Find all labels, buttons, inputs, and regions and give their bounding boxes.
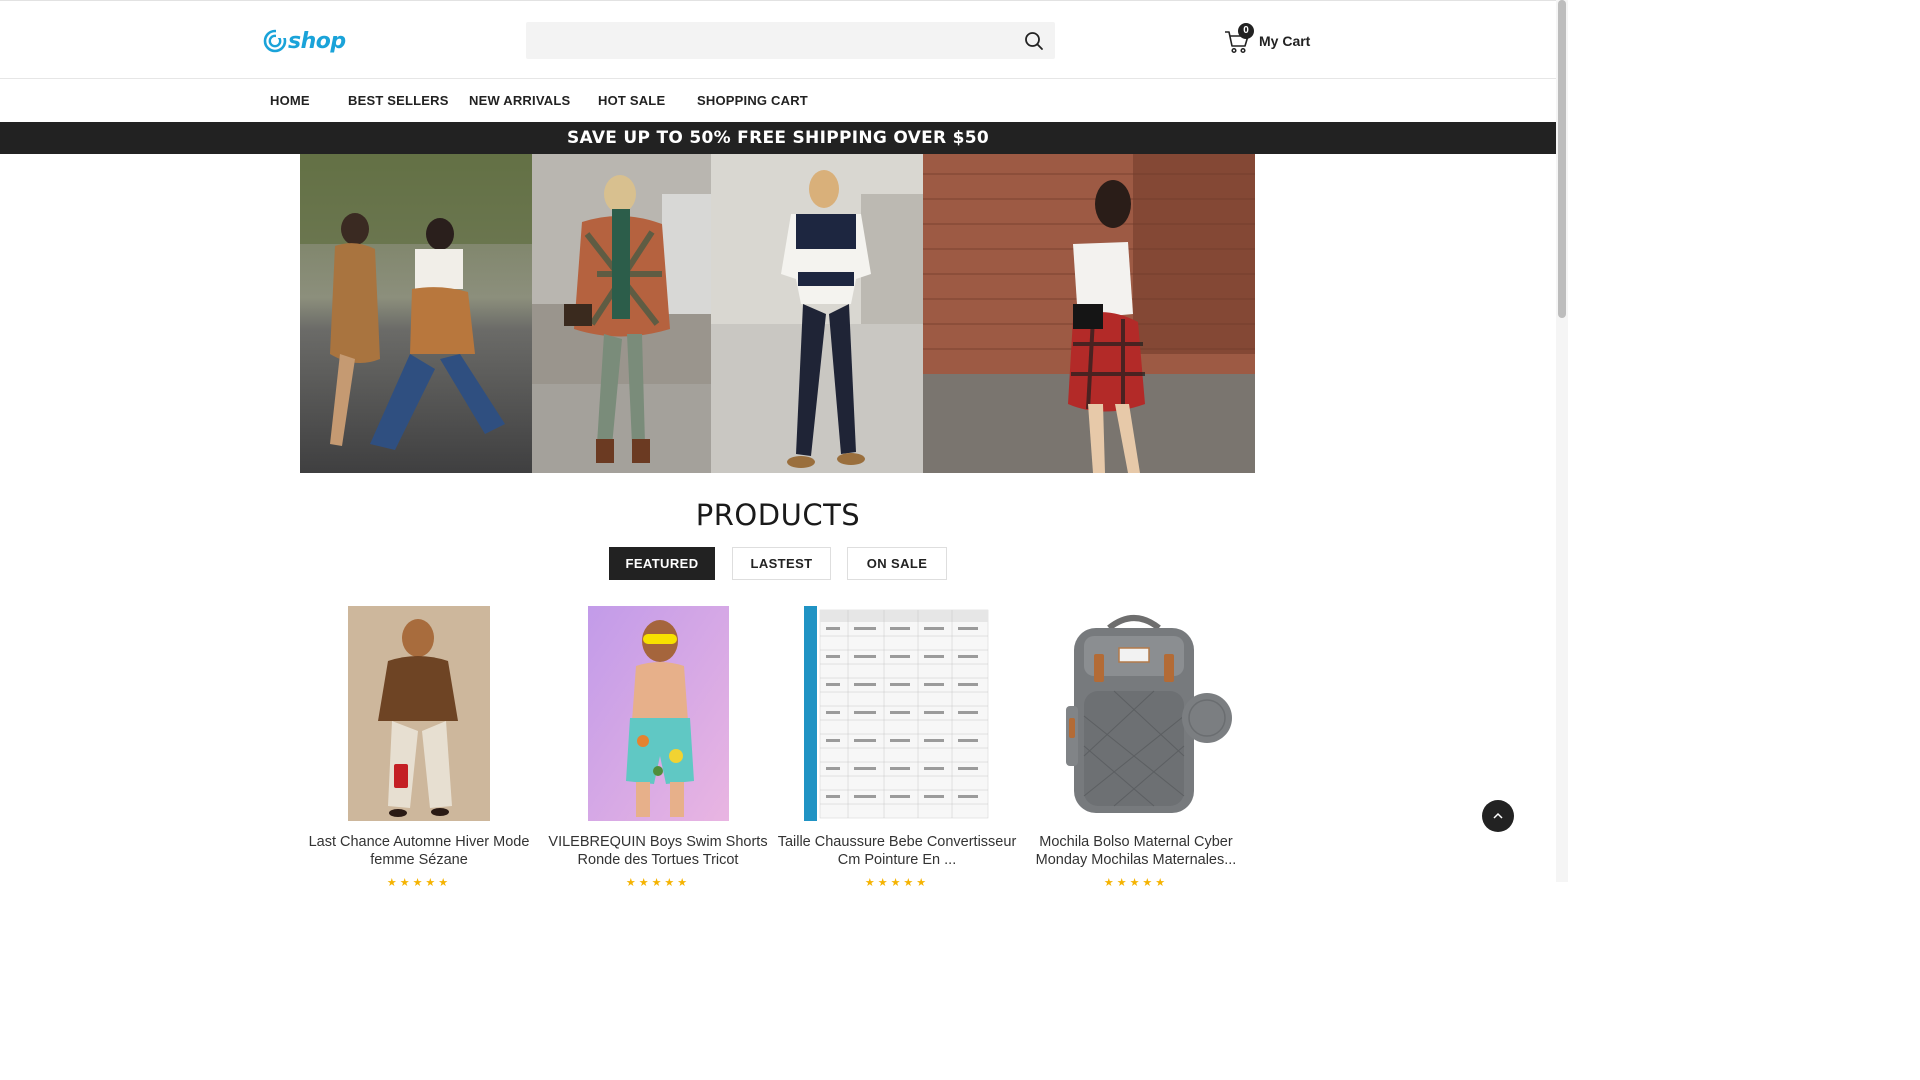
hero-image-3 — [711, 154, 923, 473]
nav-item-best-sellers[interactable]: BEST SELLERS — [348, 93, 449, 108]
product-title[interactable]: VILEBREQUIN Boys Swim Shorts Ronde des T… — [538, 833, 778, 869]
product-rating: ★★★★★ — [386, 877, 452, 889]
cart-icon-wrap: 0 — [1224, 23, 1254, 55]
hero-banner[interactable] — [300, 154, 1255, 473]
product-card[interactable]: VILEBREQUIN Boys Swim Shorts Ronde des T… — [538, 606, 778, 889]
scroll-to-top-button[interactable] — [1482, 800, 1514, 832]
nav-item-new-arrivals[interactable]: NEW ARRIVALS — [469, 93, 570, 108]
tab-lastest[interactable]: LASTEST — [732, 547, 831, 580]
product-image[interactable] — [348, 606, 490, 821]
product-image[interactable] — [1044, 606, 1234, 821]
nav-item-shopping-cart[interactable]: SHOPPING CART — [697, 93, 808, 108]
logo-text: shop — [288, 28, 346, 54]
search-icon[interactable] — [1022, 29, 1046, 53]
product-title[interactable]: Last Chance Automne Hiver Mode femme Séz… — [299, 833, 539, 869]
promo-banner: SAVE UP TO 50% FREE SHIPPING OVER $50 — [0, 122, 1556, 154]
chevron-up-icon — [1493, 812, 1503, 819]
product-rating: ★★★★★ — [625, 877, 691, 889]
hero-image-2 — [532, 154, 711, 473]
cart-label: My Cart — [1259, 33, 1311, 49]
logo-icon — [263, 29, 287, 53]
scrollbar-thumb[interactable] — [1558, 0, 1566, 318]
hero-image-1 — [300, 154, 532, 473]
nav-item-home[interactable]: HOME — [270, 93, 310, 108]
product-rating: ★★★★★ — [1103, 877, 1169, 889]
product-card[interactable]: Last Chance Automne Hiver Mode femme Séz… — [299, 606, 539, 889]
cart-count-badge: 0 — [1238, 23, 1254, 39]
tab-featured[interactable]: FEATURED — [609, 547, 715, 580]
hero-image-4 — [923, 154, 1255, 473]
product-title[interactable]: Taille Chaussure Bebe Convertisseur Cm P… — [777, 833, 1017, 869]
nav-item-hot-sale[interactable]: HOT SALE — [598, 93, 665, 108]
product-rating: ★★★★★ — [864, 877, 930, 889]
product-image[interactable] — [588, 606, 729, 821]
main-nav: HOME BEST SELLERS NEW ARRIVALS HOT SALE … — [0, 79, 1556, 122]
product-card[interactable]: Taille Chaussure Bebe Convertisseur Cm P… — [777, 606, 1017, 889]
product-title[interactable]: Mochila Bolso Maternal Cyber Monday Moch… — [1016, 833, 1256, 869]
site-logo[interactable]: shop — [263, 27, 346, 55]
product-image[interactable] — [804, 606, 990, 821]
search-input[interactable] — [526, 22, 1055, 59]
product-card[interactable]: Mochila Bolso Maternal Cyber Monday Moch… — [1016, 606, 1256, 889]
site-header: shop 0 My Cart — [0, 0, 1556, 79]
products-heading: PRODUCTS — [695, 498, 861, 532]
tab-on-sale[interactable]: ON SALE — [847, 547, 947, 580]
cart-button[interactable]: 0 My Cart — [1224, 23, 1311, 55]
